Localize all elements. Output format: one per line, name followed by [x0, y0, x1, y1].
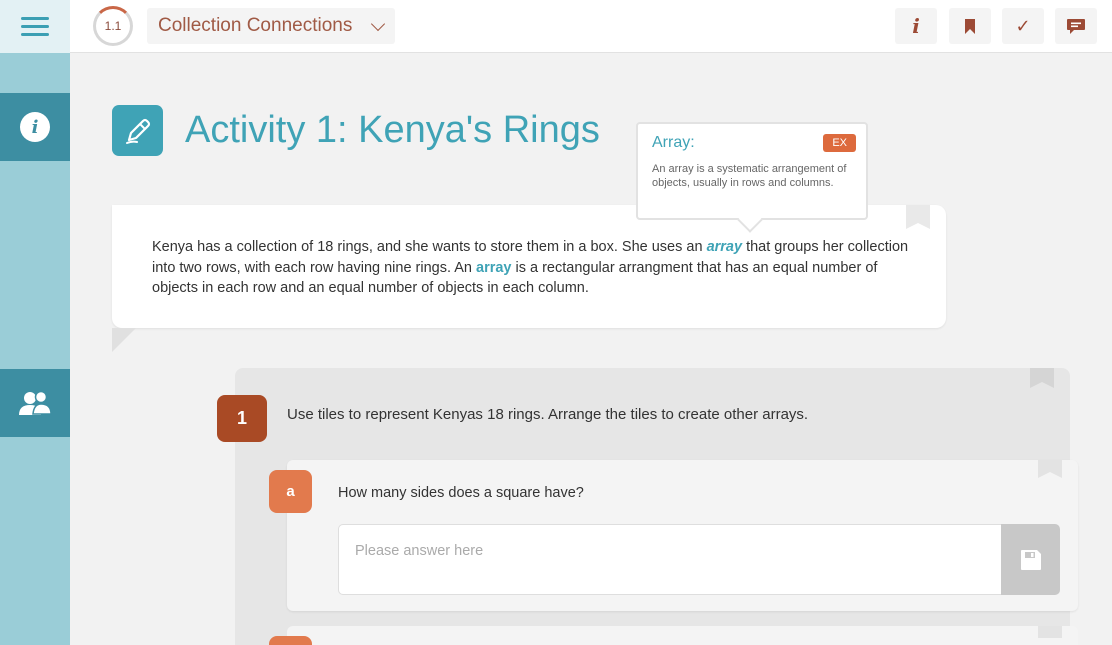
- question-number: 1: [236, 408, 247, 428]
- menu-line: [21, 17, 49, 20]
- activity-icon-tile: [112, 105, 163, 156]
- next-sub-question-letter-badge[interactable]: [269, 636, 312, 645]
- intro-text-segment: Kenya has a collection of 18 rings, and …: [152, 239, 707, 255]
- next-sub-question-panel: [287, 626, 1078, 645]
- sub-question-text: How many sides does a square have?: [338, 485, 584, 501]
- menu-line: [21, 25, 49, 28]
- info-icon: i: [912, 14, 920, 38]
- bookmark-icon: [965, 18, 975, 34]
- checkmark-icon: ✓: [1015, 15, 1031, 36]
- answer-input[interactable]: [338, 524, 1002, 595]
- activity-title: Activity 1: Kenya's Rings: [185, 109, 600, 151]
- comments-button[interactable]: [1055, 8, 1097, 44]
- top-bar: 1.1 Collection Connections i ✓: [0, 0, 1112, 53]
- chevron-down-icon: [370, 16, 386, 32]
- collection-dropdown[interactable]: Collection Connections: [147, 8, 395, 44]
- question-bookmark-ribbon[interactable]: [1030, 368, 1054, 388]
- menu-line: [21, 33, 49, 36]
- sidebar-tab-info[interactable]: i: [0, 93, 70, 161]
- sidebar: i: [0, 53, 78, 645]
- people-icon: [19, 390, 52, 415]
- intro-card: Kenya has a collection of 18 rings, and …: [112, 205, 946, 352]
- sub-question-letter-badge[interactable]: a: [269, 470, 312, 513]
- info-icon: i: [20, 112, 50, 142]
- tooltip-definition: An array is a systematic arrangement of …: [652, 163, 847, 189]
- question-text: Use tiles to represent Kenyas 18 rings. …: [287, 406, 809, 423]
- intro-paragraph: Kenya has a collection of 18 rings, and …: [152, 237, 912, 299]
- tooltip-term: Array:: [652, 134, 695, 151]
- card-tail: [112, 328, 136, 352]
- next-sub-question-bookmark-ribbon[interactable]: [1038, 626, 1062, 638]
- save-answer-button[interactable]: [1001, 524, 1060, 595]
- check-button[interactable]: ✓: [1002, 8, 1044, 44]
- sub-question-letter: a: [286, 483, 295, 500]
- example-badge-button[interactable]: EX: [823, 134, 856, 152]
- question-number-badge[interactable]: 1: [217, 395, 267, 442]
- hamburger-menu-icon[interactable]: [0, 0, 70, 53]
- glossary-term-array[interactable]: array: [707, 239, 742, 255]
- floppy-disk-icon: [1020, 549, 1041, 570]
- intro-bookmark-ribbon[interactable]: [906, 205, 930, 229]
- glossary-tooltip: Array: EX An array is a systematic arran…: [636, 122, 868, 233]
- bookmark-button[interactable]: [949, 8, 991, 44]
- pencil-icon: [125, 118, 150, 144]
- collection-title: Collection Connections: [158, 15, 353, 36]
- chat-icon: [1067, 18, 1085, 34]
- sub-question-bookmark-ribbon[interactable]: [1038, 460, 1062, 478]
- glossary-term-array[interactable]: array: [476, 260, 511, 276]
- info-button[interactable]: i: [895, 8, 937, 44]
- progress-badge: 1.1: [93, 6, 133, 46]
- sidebar-tab-group[interactable]: [0, 369, 70, 437]
